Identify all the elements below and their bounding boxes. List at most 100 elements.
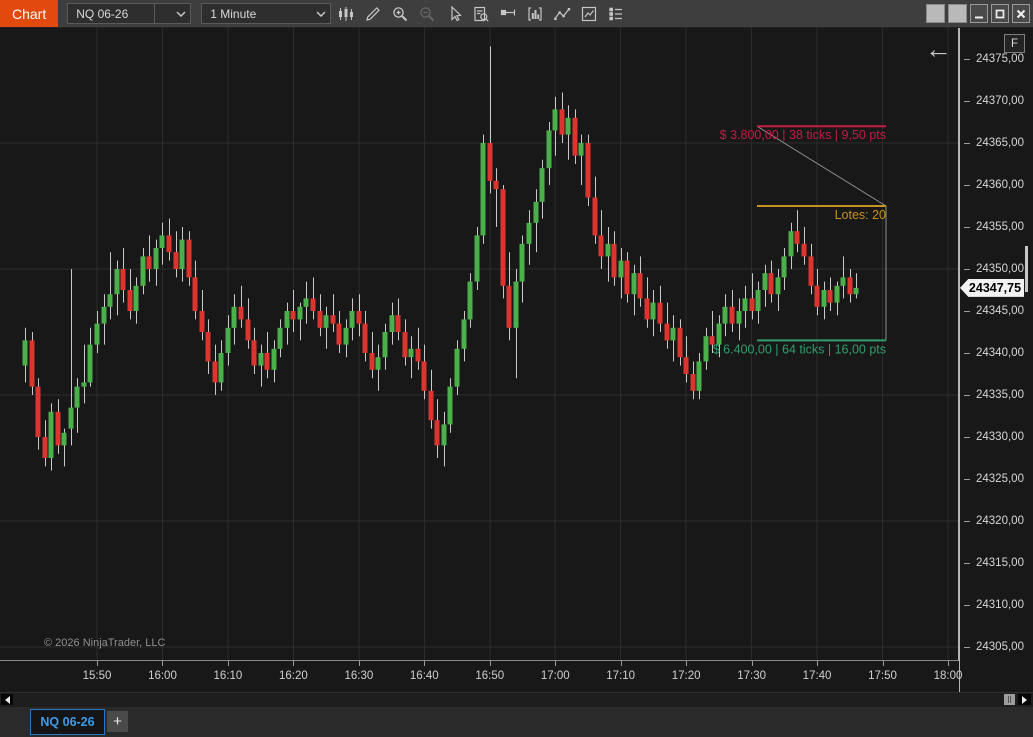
candle-body bbox=[395, 315, 401, 332]
candle-body bbox=[834, 285, 840, 303]
candle bbox=[408, 336, 414, 379]
drawing-tools-icon[interactable] bbox=[361, 3, 385, 25]
indicators-icon[interactable] bbox=[523, 3, 547, 25]
candle-body bbox=[506, 285, 512, 328]
candle bbox=[480, 134, 486, 244]
candle-body bbox=[48, 411, 54, 458]
candle-body bbox=[827, 290, 833, 303]
candle-body bbox=[480, 143, 486, 236]
time-tick-label: 17:50 bbox=[868, 670, 897, 682]
candle bbox=[834, 281, 840, 316]
candle bbox=[637, 256, 643, 307]
candle bbox=[703, 327, 709, 370]
candle bbox=[323, 306, 329, 349]
candle-body bbox=[408, 348, 414, 358]
zoom-out-icon[interactable] bbox=[415, 3, 439, 25]
cursor-icon[interactable] bbox=[442, 3, 466, 25]
fixed-scale-button[interactable]: F bbox=[1004, 34, 1025, 53]
candle-body bbox=[61, 432, 67, 446]
candle bbox=[120, 248, 126, 303]
candle-body bbox=[840, 277, 846, 286]
candle bbox=[474, 227, 480, 290]
chart-properties-icon[interactable] bbox=[577, 3, 601, 25]
candle bbox=[598, 210, 604, 269]
line-study-icon[interactable] bbox=[550, 3, 574, 25]
candle bbox=[173, 231, 179, 278]
scroll-back-arrow-icon[interactable]: ← bbox=[925, 36, 952, 63]
candle-body bbox=[611, 243, 617, 278]
candle-body bbox=[592, 197, 598, 236]
candle bbox=[402, 319, 408, 366]
candle bbox=[775, 269, 781, 311]
add-tab-button[interactable]: + bbox=[107, 711, 128, 732]
price-tick: 24340,00 bbox=[960, 346, 1024, 360]
candle bbox=[618, 248, 624, 299]
time-tick-mark bbox=[490, 661, 491, 666]
minimize-button[interactable] bbox=[970, 4, 988, 23]
scroll-right-button[interactable] bbox=[1018, 694, 1031, 705]
candle-body bbox=[29, 340, 35, 387]
candle-body bbox=[690, 374, 696, 391]
candle bbox=[303, 281, 309, 324]
candle-body bbox=[310, 298, 316, 311]
candle-body bbox=[631, 273, 637, 295]
candle-body bbox=[808, 256, 814, 286]
candle bbox=[722, 294, 728, 337]
window-extra-button-2[interactable] bbox=[948, 4, 967, 23]
zoom-in-icon[interactable] bbox=[388, 3, 412, 25]
candle-body bbox=[644, 298, 650, 320]
candle-body bbox=[729, 306, 735, 324]
price-axis[interactable]: F 24347,75 24375,00 24370,00 24365,00 24360… bbox=[959, 28, 1033, 692]
tab-nq-06-26[interactable]: NQ 06-26 bbox=[30, 709, 105, 735]
chevron-down-icon bbox=[172, 10, 190, 17]
candle bbox=[179, 227, 185, 282]
order-entry-icon[interactable] bbox=[496, 3, 520, 25]
candle bbox=[657, 285, 663, 332]
candle bbox=[631, 264, 637, 316]
close-button[interactable] bbox=[1012, 4, 1030, 23]
horizontal-scrollbar[interactable] bbox=[0, 692, 1033, 708]
candle bbox=[736, 298, 742, 341]
chart-style-icon[interactable] bbox=[334, 3, 358, 25]
candle bbox=[814, 269, 820, 316]
candle bbox=[35, 378, 41, 450]
candle bbox=[683, 336, 689, 383]
candle bbox=[467, 273, 473, 328]
symbol-dropdown[interactable]: NQ 06-26 bbox=[67, 3, 192, 24]
candle bbox=[578, 134, 584, 185]
scroll-left-button[interactable] bbox=[1, 694, 13, 705]
window-extra-button-1[interactable] bbox=[926, 4, 945, 23]
candle bbox=[559, 92, 565, 143]
candle-body bbox=[447, 386, 453, 425]
candle bbox=[421, 344, 427, 400]
candle-body bbox=[513, 281, 519, 328]
interval-dropdown[interactable]: 1 Minute bbox=[201, 3, 332, 24]
candle-body bbox=[231, 306, 237, 328]
candle-body bbox=[559, 109, 565, 135]
candle-body bbox=[114, 269, 120, 295]
candle-body bbox=[572, 117, 578, 156]
time-axis[interactable]: 15:50 16:00 16:10 16:20 16:30 16:40 16:50 17:00… bbox=[0, 661, 962, 692]
candle-body bbox=[277, 327, 283, 349]
candle-body bbox=[284, 311, 290, 328]
candle-body bbox=[68, 407, 74, 429]
candle-body bbox=[238, 306, 244, 320]
data-box-icon[interactable] bbox=[469, 3, 493, 25]
restore-button[interactable] bbox=[991, 4, 1009, 23]
candle-body bbox=[578, 143, 584, 156]
candle-body bbox=[317, 311, 323, 328]
candle-body bbox=[382, 332, 388, 358]
chart-plot-area[interactable]: $ 3.800,00 | 38 ticks | 9,50 pts Lotes: 2… bbox=[0, 28, 959, 661]
chart-tab[interactable]: Chart bbox=[0, 0, 59, 27]
candle bbox=[186, 231, 192, 286]
vertical-scroll-thumb[interactable] bbox=[1025, 246, 1028, 292]
candle bbox=[343, 319, 349, 358]
price-tick: 24315,00 bbox=[960, 556, 1024, 570]
candle-body bbox=[356, 311, 362, 324]
candle bbox=[552, 96, 558, 156]
candle-body bbox=[336, 323, 342, 345]
candle bbox=[742, 285, 748, 328]
scrollbar-grip[interactable] bbox=[1004, 694, 1015, 705]
candle bbox=[546, 122, 552, 185]
list-icon[interactable] bbox=[604, 3, 628, 25]
